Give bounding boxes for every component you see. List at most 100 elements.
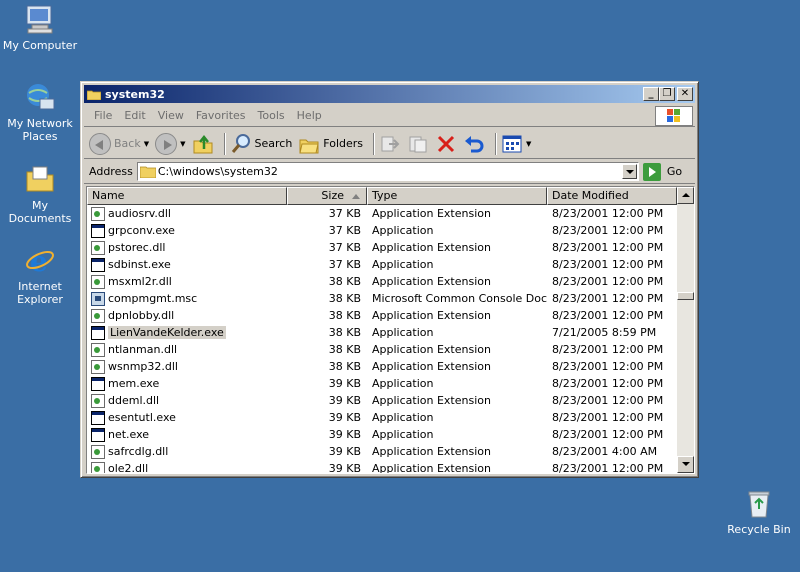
file-type: Application Extension: [372, 275, 491, 288]
menu-file[interactable]: File: [88, 109, 118, 122]
column-header-name[interactable]: Name: [87, 187, 287, 205]
minimize-button[interactable]: _: [643, 87, 659, 101]
go-arrow-icon: [642, 162, 661, 181]
file-name: LienVandeKelder.exe: [108, 326, 226, 339]
documents-folder-icon: [24, 163, 56, 195]
desktop-icon-label: My Documents: [8, 199, 72, 225]
file-date-modified: 8/23/2001 4:00 AM: [552, 445, 658, 458]
file-name: compmgmt.msc: [108, 292, 198, 305]
views-button[interactable]: ▼: [501, 132, 531, 156]
address-dropdown-button[interactable]: [621, 164, 637, 179]
file-type: Application: [372, 428, 434, 441]
dll-file-icon: [91, 444, 105, 459]
close-button[interactable]: ✕: [677, 87, 693, 101]
scroll-down-button[interactable]: [677, 456, 694, 473]
search-label: Search: [254, 137, 293, 150]
file-name: mem.exe: [108, 377, 160, 390]
column-header-date-modified[interactable]: Date Modified: [547, 187, 677, 205]
exe-file-icon: [91, 427, 105, 442]
file-type: Application Extension: [372, 360, 491, 373]
file-size: 38 KB: [328, 360, 361, 373]
file-row[interactable]: audiosrv.dll 37 KB Application Extension 8/…: [87, 205, 677, 222]
file-row[interactable]: dpnlobby.dll 38 KB Application Extension 8/…: [87, 307, 677, 324]
file-name-cell: net.exe: [87, 427, 287, 442]
file-size: 39 KB: [328, 445, 361, 458]
file-date-modified: 8/23/2001 12:00 PM: [552, 360, 664, 373]
file-date-modified: 8/23/2001 12:00 PM: [552, 224, 664, 237]
file-row[interactable]: ole2.dll 39 KB Application Extension 8/23/2…: [87, 460, 677, 473]
scroll-thumb[interactable]: [677, 292, 694, 300]
file-row[interactable]: esentutl.exe 39 KB Application 8/23/2001 12…: [87, 409, 677, 426]
file-date-modified: 8/23/2001 12:00 PM: [552, 394, 664, 407]
dll-file-icon: [91, 359, 105, 374]
delete-x-icon: [437, 135, 455, 152]
desktop-icon-my-computer[interactable]: My Computer: [0, 3, 80, 52]
file-name: esentutl.exe: [108, 411, 176, 424]
back-button[interactable]: Back ▼: [89, 132, 149, 156]
folder-icon: [139, 166, 156, 178]
windows-logo-icon: [655, 106, 693, 126]
folders-button[interactable]: Folders: [298, 132, 363, 156]
move-to-button[interactable]: [379, 132, 401, 156]
dll-file-icon: [91, 240, 105, 255]
file-row[interactable]: pstorec.dll 37 KB Application Extension 8/2…: [87, 239, 677, 256]
search-button[interactable]: Search: [230, 132, 293, 156]
internet-explorer-icon: e: [24, 244, 56, 278]
forward-button[interactable]: ▼: [155, 132, 186, 156]
file-row[interactable]: safrcdlg.dll 39 KB Application Extension 8/…: [87, 443, 677, 460]
vertical-scrollbar[interactable]: [677, 187, 694, 473]
file-row[interactable]: ntlanman.dll 38 KB Application Extension 8/…: [87, 341, 677, 358]
column-header-type[interactable]: Type: [367, 187, 547, 205]
menu-view[interactable]: View: [152, 109, 190, 122]
file-name: audiosrv.dll: [108, 207, 171, 220]
file-row[interactable]: compmgmt.msc 38 KB Microsoft Common Consol…: [87, 290, 677, 307]
file-name-cell: wsnmp32.dll: [87, 359, 287, 374]
undo-button[interactable]: [463, 132, 485, 156]
file-name: msxml2r.dll: [108, 275, 172, 288]
scroll-up-button[interactable]: [677, 187, 694, 204]
go-button[interactable]: Go: [642, 162, 682, 181]
desktop-icon-my-documents[interactable]: My Documents: [0, 163, 80, 225]
file-type: Application: [372, 224, 434, 237]
column-header-size[interactable]: Size: [287, 187, 367, 205]
file-row[interactable]: ddeml.dll 39 KB Application Extension 8/23/…: [87, 392, 677, 409]
file-name-cell: esentutl.exe: [87, 410, 287, 425]
file-row[interactable]: msxml2r.dll 38 KB Application Extension 8/2…: [87, 273, 677, 290]
file-name-cell: grpconv.exe: [87, 223, 287, 238]
file-type: Application Extension: [372, 207, 491, 220]
file-type: Application: [372, 258, 434, 271]
desktop-icon-recycle-bin[interactable]: Recycle Bin: [719, 487, 799, 536]
menu-favorites[interactable]: Favorites: [190, 109, 252, 122]
folder-icon: [86, 89, 102, 100]
menu-tools[interactable]: Tools: [252, 109, 291, 122]
file-row[interactable]: mem.exe 39 KB Application 8/23/2001 12:00 P…: [87, 375, 677, 392]
exe-file-icon: [91, 257, 105, 272]
file-size: 39 KB: [328, 428, 361, 441]
title-bar[interactable]: system32 _ ❐ ✕: [84, 85, 695, 103]
sort-ascending-icon: [352, 194, 360, 199]
address-input[interactable]: C:\windows\system32: [136, 162, 639, 181]
file-name: ntlanman.dll: [108, 343, 178, 356]
views-icon: [502, 135, 522, 152]
file-type: Application Extension: [372, 241, 491, 254]
file-row[interactable]: net.exe 39 KB Application 8/23/2001 12:00 P…: [87, 426, 677, 443]
file-row[interactable]: sdbinst.exe 37 KB Application 8/23/2001 12:…: [87, 256, 677, 273]
file-type: Application Extension: [372, 445, 491, 458]
file-row[interactable]: wsnmp32.dll 38 KB Application Extension 8/2…: [87, 358, 677, 375]
desktop-icon-my-network-places[interactable]: My Network Places: [0, 81, 80, 143]
menu-edit[interactable]: Edit: [118, 109, 151, 122]
desktop-icon-internet-explorer[interactable]: e Internet Explorer: [0, 244, 80, 306]
delete-button[interactable]: [435, 132, 457, 156]
file-date-modified: 8/23/2001 12:00 PM: [552, 411, 664, 424]
menu-help[interactable]: Help: [291, 109, 328, 122]
file-rows: audiosrv.dll 37 KB Application Extension 8/…: [87, 205, 677, 473]
restore-button[interactable]: ❐: [659, 87, 675, 101]
up-folder-button[interactable]: [192, 132, 214, 156]
copy-to-button[interactable]: [407, 132, 429, 156]
menu-bar: File Edit View Favorites Tools Help: [84, 105, 695, 127]
file-name-cell: pstorec.dll: [87, 240, 287, 255]
svg-text:e: e: [30, 245, 48, 276]
file-row[interactable]: LienVandeKelder.exe 38 KB Application 7/21/…: [87, 324, 677, 341]
forward-dropdown-icon: ▼: [180, 139, 186, 148]
file-row[interactable]: grpconv.exe 37 KB Application 8/23/2001 12:…: [87, 222, 677, 239]
